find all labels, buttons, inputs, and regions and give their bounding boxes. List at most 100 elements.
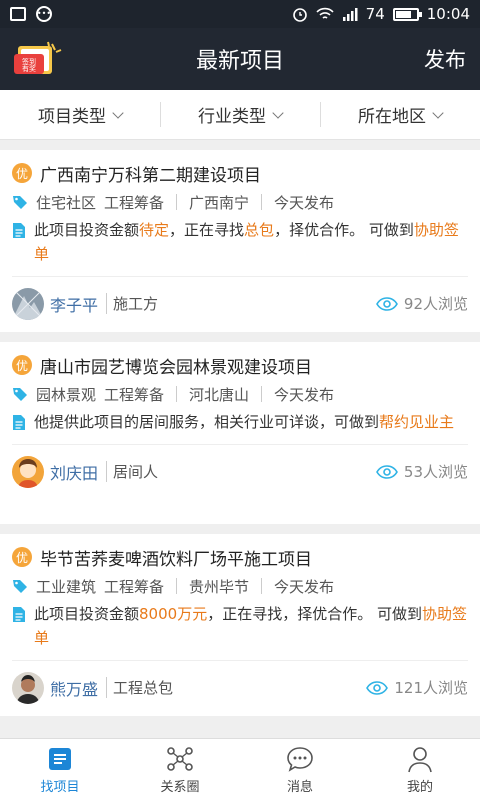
publisher-name[interactable]: 熊万盛	[50, 676, 98, 700]
find-project-icon	[49, 747, 71, 770]
divider	[176, 194, 178, 210]
alarm-icon	[292, 8, 307, 22]
message-icon	[287, 746, 313, 772]
project-category: 园林景观	[36, 385, 97, 404]
avatar[interactable]	[12, 671, 44, 704]
project-category: 住宅社区	[36, 193, 97, 212]
view-count: 92人浏览	[375, 293, 468, 314]
tab-network[interactable]: 关系圈	[120, 739, 240, 800]
network-icon	[167, 746, 193, 771]
project-stage: 工程筹备	[104, 193, 165, 212]
divider	[176, 578, 178, 594]
publisher-role: 工程总包	[106, 677, 173, 698]
avatar[interactable]	[12, 287, 44, 320]
project-title[interactable]: 唐山市园艺博览会园林景观建设项目	[40, 353, 312, 378]
tab-label: 消息	[286, 779, 313, 795]
clock: 10:04	[426, 5, 470, 23]
featured-badge: 优	[12, 355, 32, 375]
project-card[interactable]: 优广西南宁万科第二期建设项目 住宅社区 工程筹备 广西南宁 今天发布 此项目投资金额待定，…	[0, 150, 480, 332]
view-count-text: 92人浏览	[403, 295, 468, 313]
description-text: 他提供此项目的居间服务，相关行业可详谈，可做到	[34, 413, 380, 431]
document-icon	[13, 223, 25, 238]
view-count-text: 121人浏览	[394, 679, 468, 697]
eye-icon	[375, 296, 398, 311]
description-text: ，择优合作。 可做到	[274, 221, 414, 239]
description-highlight: 8000万元	[139, 605, 208, 623]
document-icon	[13, 607, 25, 622]
tab-find-project[interactable]: 找项目	[0, 739, 120, 800]
publisher-name[interactable]: 刘庆田	[50, 460, 98, 484]
publish-date: 今天发布	[274, 193, 335, 212]
filter-label: 行业类型	[198, 107, 266, 127]
tab-label: 我的	[406, 779, 433, 795]
signal-icon	[342, 8, 358, 21]
publish-button[interactable]: 发布	[424, 44, 466, 74]
project-card[interactable]: 优唐山市园艺博览会园林景观建设项目园林景观 工程筹备 河北唐山 今天发布他提供此项目的…	[0, 342, 480, 524]
chevron-down-icon	[272, 106, 284, 119]
avatar[interactable]	[12, 455, 44, 488]
chevron-down-icon	[112, 106, 124, 119]
filter-bar: 项目类型 行业类型 所在地区	[0, 90, 480, 140]
description-text: 此项目投资金额	[34, 221, 140, 239]
project-location: 河北唐山	[189, 385, 250, 404]
chevron-down-icon	[432, 106, 444, 119]
view-count-text: 53人浏览	[403, 463, 468, 481]
publisher-name[interactable]: 李子平	[50, 292, 98, 316]
publisher-role: 居间人	[106, 461, 158, 482]
description-text: ，正在寻找	[169, 221, 245, 239]
wifi-icon	[316, 7, 334, 19]
featured-badge: 优	[12, 547, 32, 567]
tab-profile[interactable]: 我的	[360, 739, 480, 800]
project-title[interactable]: 毕节苦荞麦啤酒饮料厂场平施工项目	[40, 545, 312, 570]
filter-region[interactable]: 所在地区	[320, 90, 480, 139]
filter-label: 所在地区	[358, 107, 426, 127]
status-bar: ••• 74 10:04	[0, 0, 480, 28]
more-notification-icon: •••	[36, 6, 52, 22]
description-highlight: 待定	[139, 221, 170, 239]
publish-date: 今天发布	[274, 385, 335, 404]
description-highlight: 总包	[244, 221, 275, 239]
tag-icon	[13, 580, 27, 593]
battery-icon	[392, 7, 422, 21]
filter-industry-type[interactable]: 行业类型	[160, 90, 320, 139]
project-description: 此项目投资金额待定，正在寻找总包，择优合作。 可做到协助签单	[34, 218, 468, 266]
divider	[261, 578, 263, 594]
view-count: 121人浏览	[366, 677, 468, 698]
project-location: 广西南宁	[189, 193, 250, 212]
project-list: 优广西南宁万科第二期建设项目 住宅社区 工程筹备 广西南宁 今天发布 此项目投资金额待定，…	[0, 150, 480, 726]
tab-label: 关系圈	[160, 779, 200, 795]
project-stage: 工程筹备	[104, 385, 165, 404]
description-text: ，正在寻找，择优合作。 可做到	[207, 605, 422, 623]
app-header: 签到 有奖 最新项目 发布	[0, 28, 480, 90]
filter-project-type[interactable]: 项目类型	[0, 90, 160, 139]
tag-icon	[13, 196, 27, 209]
tab-label: 找项目	[40, 779, 80, 795]
description-highlight: 帮约见业主	[379, 413, 455, 431]
description-text: 此项目投资金额	[34, 605, 140, 623]
project-stage: 工程筹备	[104, 577, 165, 596]
project-location: 贵州毕节	[189, 577, 250, 596]
filter-label: 项目类型	[38, 107, 106, 127]
divider	[261, 386, 263, 402]
view-count: 53人浏览	[375, 461, 468, 482]
document-icon	[13, 415, 25, 430]
project-description: 此项目投资金额8000万元，正在寻找，择优合作。 可做到协助签单	[34, 602, 468, 650]
project-description: 他提供此项目的居间服务，相关行业可详谈，可做到帮约见业主	[34, 410, 454, 434]
featured-badge: 优	[12, 163, 32, 183]
project-category: 工业建筑	[36, 577, 97, 596]
profile-icon	[408, 746, 432, 772]
project-card[interactable]: 优毕节苦荞麦啤酒饮料厂场平施工项目工业建筑 工程筹备 贵州毕节 今天发布此项目投资金额…	[0, 534, 480, 716]
page-title: 最新项目	[195, 49, 284, 74]
image-notification-icon	[10, 7, 26, 21]
divider	[261, 194, 263, 210]
tag-icon	[13, 388, 27, 401]
eye-icon	[366, 680, 389, 695]
eye-icon	[375, 464, 398, 479]
bottom-tab-bar: 找项目 关系圈 消息 我的	[0, 738, 480, 800]
signal-value: 74	[365, 5, 385, 23]
project-title[interactable]: 广西南宁万科第二期建设项目	[40, 161, 261, 186]
tab-messages[interactable]: 消息	[240, 739, 360, 800]
divider	[176, 386, 178, 402]
publish-date: 今天发布	[274, 577, 335, 596]
publisher-role: 施工方	[106, 293, 158, 314]
